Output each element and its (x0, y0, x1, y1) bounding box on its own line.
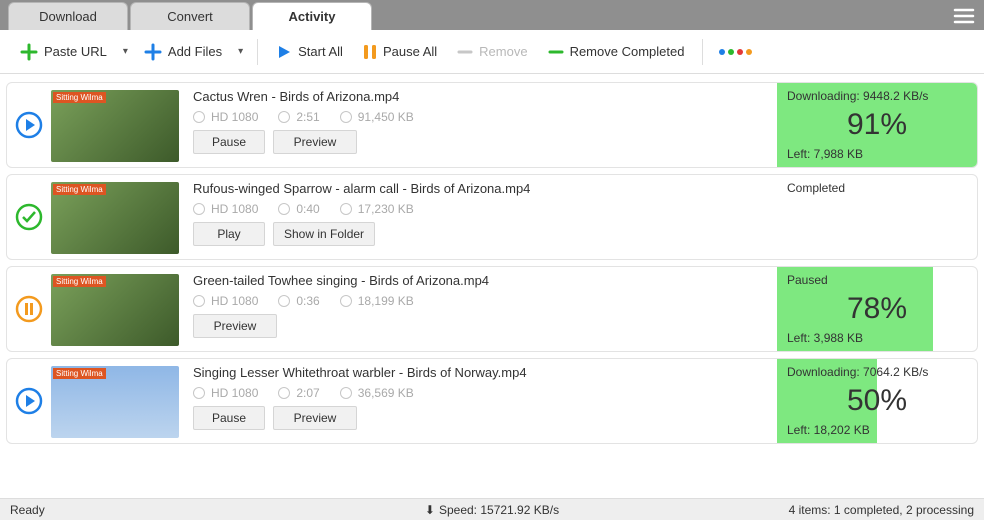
meta-hd: HD 1080 (193, 202, 258, 216)
meta-duration: 0:40 (278, 202, 319, 216)
item-thumbnail[interactable]: Sitting Wilma (51, 366, 179, 438)
status-top: Paused (787, 273, 967, 287)
download-item: Sitting Wilma Rufous-winged Sparrow - al… (6, 174, 978, 260)
item-title: Rufous-winged Sparrow - alarm call - Bir… (193, 181, 769, 196)
menu-icon (952, 4, 976, 28)
item-title: Green-tailed Towhee singing - Birds of A… (193, 273, 769, 288)
item-title: Singing Lesser Whitethroat warbler - Bir… (193, 365, 769, 380)
item-status-icon[interactable] (7, 267, 51, 351)
meta-hd: HD 1080 (193, 294, 258, 308)
minus-icon (548, 44, 564, 60)
dot-icon (719, 49, 725, 55)
meta-hd: HD 1080 (193, 110, 258, 124)
paste-url-button[interactable]: Paste URL (12, 39, 115, 65)
thumb-tag: Sitting Wilma (53, 276, 106, 287)
meta-size: 17,230 KB (340, 202, 414, 216)
item-action-2[interactable]: Preview (193, 314, 277, 338)
item-status-icon[interactable] (7, 175, 51, 259)
add-files-dropdown[interactable]: ▾ (234, 46, 247, 57)
item-action-1[interactable]: Pause (193, 130, 265, 154)
add-files-label: Add Files (168, 44, 222, 59)
meta-size: 91,450 KB (340, 110, 414, 124)
item-status-panel: Downloading: 9448.2 KB/s 91% Left: 7,988 K… (777, 83, 977, 167)
paste-url-label: Paste URL (44, 44, 107, 59)
meta-size: 36,569 KB (340, 386, 414, 400)
status-bottom: Left: 3,988 KB (787, 331, 967, 345)
play-icon (276, 44, 292, 60)
item-thumbnail[interactable]: Sitting Wilma (51, 182, 179, 254)
status-percent: 91% (787, 108, 967, 142)
dot-icon (746, 49, 752, 55)
item-title: Cactus Wren - Birds of Arizona.mp4 (193, 89, 769, 104)
item-status-panel: Downloading: 7064.2 KB/s 50% Left: 18,202 … (777, 359, 977, 443)
status-percent: 78% (787, 292, 967, 326)
status-top: Completed (787, 181, 967, 195)
download-item: Sitting Wilma Cactus Wren - Birds of Ari… (6, 82, 978, 168)
meta-duration: 0:36 (278, 294, 319, 308)
download-item: Sitting Wilma Singing Lesser Whitethroat… (6, 358, 978, 444)
item-action-1[interactable]: Play (193, 222, 265, 246)
meta-hd: HD 1080 (193, 386, 258, 400)
status-top: Downloading: 9448.2 KB/s (787, 89, 967, 103)
hamburger-menu[interactable] (952, 4, 976, 31)
item-action-2[interactable]: Show in Folder (273, 222, 375, 246)
meta-size: 18,199 KB (340, 294, 414, 308)
footer-speed: Speed: 15721.92 KB/s (439, 503, 559, 517)
remove-button[interactable]: Remove (449, 40, 535, 64)
item-status-icon[interactable] (7, 83, 51, 167)
meta-duration: 2:07 (278, 386, 319, 400)
remove-completed-button[interactable]: Remove Completed (540, 40, 693, 64)
item-action-1[interactable]: Pause (193, 406, 265, 430)
thumb-tag: Sitting Wilma (53, 184, 106, 195)
pause-all-label: Pause All (383, 44, 437, 59)
status-top: Downloading: 7064.2 KB/s (787, 365, 967, 379)
remove-label: Remove (479, 44, 527, 59)
minus-icon (457, 44, 473, 60)
status-percent: 50% (787, 384, 967, 418)
download-item: Sitting Wilma Green-tailed Towhee singin… (6, 266, 978, 352)
item-status-panel: Paused 78% Left: 3,988 KB (777, 267, 977, 351)
item-status-panel: Completed (777, 175, 977, 259)
toolbar-separator (257, 39, 258, 65)
toolbar-separator (702, 39, 703, 65)
dot-icon (728, 49, 734, 55)
footer-status: Ready (10, 503, 45, 517)
start-all-label: Start All (298, 44, 343, 59)
item-thumbnail[interactable]: Sitting Wilma (51, 274, 179, 346)
plus-icon (20, 43, 38, 61)
pause-all-button[interactable]: Pause All (355, 40, 445, 64)
thumb-tag: Sitting Wilma (53, 368, 106, 379)
add-files-button[interactable]: Add Files (136, 39, 230, 65)
plus-icon (144, 43, 162, 61)
tab-convert[interactable]: Convert (130, 2, 250, 30)
item-thumbnail[interactable]: Sitting Wilma (51, 90, 179, 162)
down-icon: ⬇ (425, 503, 435, 517)
meta-duration: 2:51 (278, 110, 319, 124)
pause-icon (363, 44, 377, 60)
status-bottom: Left: 7,988 KB (787, 147, 967, 161)
dot-icon (737, 49, 743, 55)
start-all-button[interactable]: Start All (268, 40, 351, 64)
thumb-tag: Sitting Wilma (53, 92, 106, 103)
tab-download[interactable]: Download (8, 2, 128, 30)
footer-summary: 4 items: 1 completed, 2 processing (789, 503, 974, 517)
remove-completed-label: Remove Completed (570, 44, 685, 59)
item-action-2[interactable]: Preview (273, 406, 357, 430)
status-bottom: Left: 18,202 KB (787, 423, 967, 437)
item-status-icon[interactable] (7, 359, 51, 443)
item-action-2[interactable]: Preview (273, 130, 357, 154)
tab-activity[interactable]: Activity (252, 2, 372, 30)
more-button[interactable] (713, 45, 758, 59)
paste-url-dropdown[interactable]: ▾ (119, 46, 132, 57)
